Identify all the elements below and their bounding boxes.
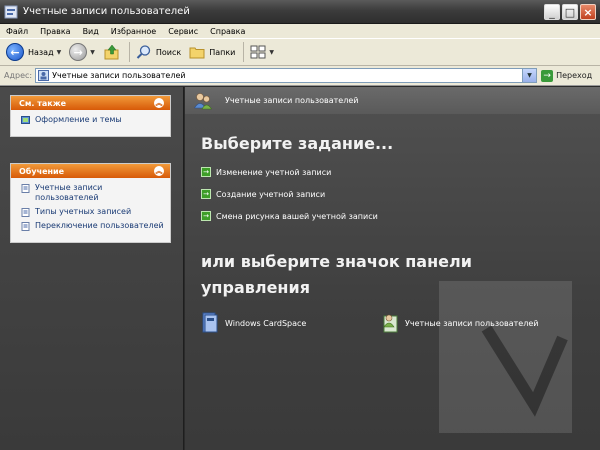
- user-accounts-label: Учетные записи пользователей: [405, 318, 539, 328]
- folders-label: Папки: [209, 47, 236, 57]
- task-label: Смена рисунка вашей учетной записи: [216, 211, 378, 221]
- menu-help[interactable]: Справка: [210, 27, 245, 36]
- address-bar: Адрес: Учетные записи пользователей ▼ → …: [0, 66, 600, 86]
- themes-icon: [21, 116, 30, 124]
- task-label: Изменение учетной записи: [216, 167, 332, 177]
- collapse-chevron-icon[interactable]: ︽: [154, 166, 164, 176]
- chevron-down-icon[interactable]: ▼: [269, 49, 274, 56]
- task-change-picture[interactable]: → Смена рисунка вашей учетной записи: [201, 211, 378, 221]
- folders-button[interactable]: Папки: [189, 44, 235, 60]
- back-label: Назад: [28, 47, 54, 57]
- collapse-chevron-icon[interactable]: ︽: [154, 98, 164, 108]
- title-bar: Учетные записи пользователей _ □ ×: [0, 0, 600, 24]
- task-arrow-icon: →: [201, 211, 211, 221]
- cardspace-icon-link[interactable]: Windows CardSpace: [201, 312, 306, 334]
- menu-view[interactable]: Вид: [83, 27, 99, 36]
- user-accounts-icon: [383, 314, 398, 333]
- content-banner: Учетные записи пользователей: [185, 87, 600, 114]
- minimize-button[interactable]: _: [544, 4, 560, 20]
- chevron-down-icon[interactable]: ▼: [90, 49, 95, 56]
- folder-icon: [189, 47, 205, 59]
- toolbar: ← Назад ▼ → ▼ Поиск Папки ▼: [0, 38, 600, 66]
- toolbar-divider: [128, 42, 130, 62]
- back-button[interactable]: ← Назад ▼: [6, 43, 61, 61]
- search-button[interactable]: Поиск: [136, 44, 181, 60]
- control-panel-icon: [38, 70, 50, 81]
- menu-file[interactable]: Файл: [6, 27, 28, 36]
- cardspace-label: Windows CardSpace: [225, 318, 307, 328]
- close-button[interactable]: ×: [580, 4, 596, 20]
- learn-link-switch-users[interactable]: Переключение пользователей: [21, 221, 164, 231]
- address-field[interactable]: Учетные записи пользователей ▼: [35, 68, 538, 83]
- banner-title: Учетные записи пользователей: [225, 96, 359, 105]
- forward-button[interactable]: → ▼: [69, 43, 95, 61]
- learn-title: Обучение: [19, 166, 65, 176]
- chevron-down-icon[interactable]: ▼: [57, 49, 62, 56]
- task-change-account[interactable]: → Изменение учетной записи: [201, 167, 331, 177]
- learn-item-label: Типы учетных записей: [35, 207, 132, 216]
- user-accounts-icon: [193, 92, 213, 109]
- chevron-down-icon[interactable]: ▼: [522, 69, 537, 82]
- learn-panel: Обучение ︽ Учетные записи пользователей …: [10, 163, 171, 243]
- see-also-link-themes[interactable]: Оформление и темы: [21, 115, 164, 125]
- address-label: Адрес:: [4, 71, 33, 80]
- window-app-icon: [4, 5, 18, 18]
- learn-item-label: Учетные записи пользователей: [35, 183, 103, 202]
- help-document-icon: [21, 208, 30, 217]
- menu-favorites[interactable]: Избранное: [111, 27, 156, 36]
- see-also-panel: См. также ︽ Оформление и темы: [10, 95, 171, 137]
- go-button[interactable]: → Переход: [541, 69, 593, 82]
- search-icon: [136, 45, 151, 59]
- pick-icon-heading: или выберите значок панели управления: [201, 252, 472, 297]
- learn-header[interactable]: Обучение ︽: [11, 164, 170, 178]
- task-arrow-icon: →: [201, 189, 211, 199]
- forward-arrow-icon: →: [69, 43, 88, 61]
- views-icon: [250, 45, 266, 59]
- cardspace-icon: [202, 312, 218, 333]
- main-content: Учетные записи пользователей Выберите за…: [185, 87, 600, 450]
- back-arrow-icon: ←: [6, 43, 24, 61]
- menu-bar: Файл Правка Вид Избранное Сервис Справка: [0, 24, 600, 38]
- maximize-button[interactable]: □: [562, 4, 578, 20]
- menu-edit[interactable]: Правка: [40, 27, 70, 36]
- task-create-account[interactable]: → Создание учетной записи: [201, 189, 325, 199]
- learn-link-user-accounts[interactable]: Учетные записи пользователей: [21, 183, 164, 203]
- go-label: Переход: [556, 71, 593, 80]
- up-folder-button[interactable]: [103, 43, 121, 61]
- see-also-header[interactable]: См. также ︽: [11, 96, 170, 110]
- help-document-icon: [21, 222, 30, 231]
- task-arrow-icon: →: [201, 167, 211, 177]
- learn-link-account-types[interactable]: Типы учетных записей: [21, 207, 164, 217]
- see-also-title: См. также: [19, 98, 67, 108]
- search-label: Поиск: [155, 47, 182, 57]
- go-arrow-icon: →: [541, 69, 554, 82]
- up-folder-icon: [104, 44, 119, 60]
- task-label: Создание учетной записи: [216, 189, 326, 199]
- window-title: Учетные записи пользователей: [23, 6, 190, 17]
- address-value: Учетные записи пользователей: [52, 71, 186, 80]
- task-pane: См. также ︽ Оформление и темы Обучение ︽: [0, 87, 184, 450]
- toolbar-divider: [243, 42, 245, 62]
- help-document-icon: [21, 184, 30, 193]
- menu-tools[interactable]: Сервис: [168, 27, 198, 36]
- learn-item-label: Переключение пользователей: [35, 221, 164, 230]
- views-button[interactable]: ▼: [250, 45, 274, 59]
- see-also-item-label: Оформление и темы: [35, 115, 122, 124]
- pick-task-heading: Выберите задание...: [201, 134, 394, 153]
- user-accounts-icon-link[interactable]: Учетные записи пользователей: [381, 312, 538, 334]
